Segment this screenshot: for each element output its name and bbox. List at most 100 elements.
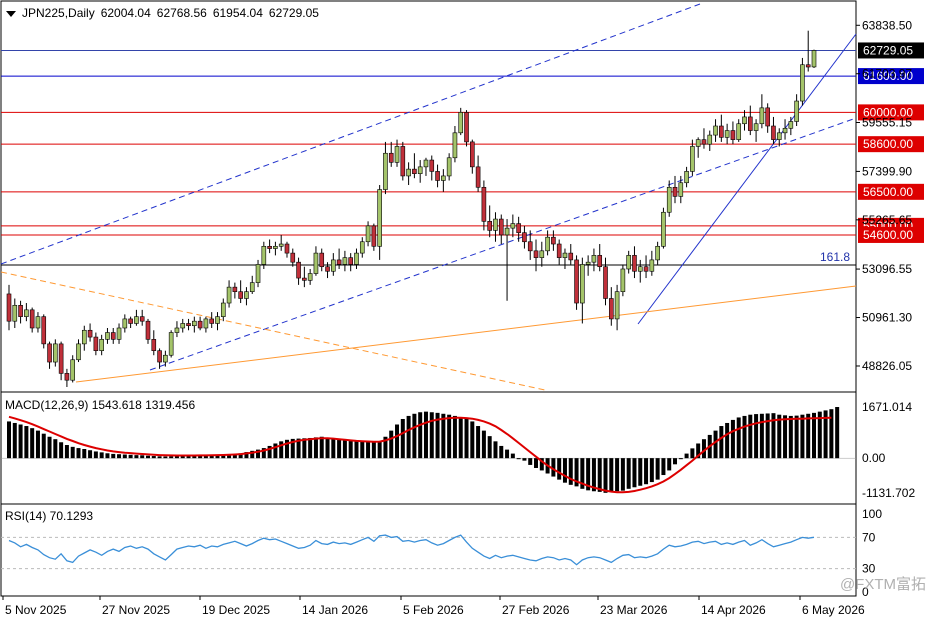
candle-body: [765, 107, 770, 127]
candle-body: [470, 141, 475, 168]
macd-bar: [829, 409, 834, 459]
time-tick-label: 27 Feb 2026: [502, 603, 570, 617]
candle-body: [800, 64, 805, 102]
macd-bar: [395, 424, 400, 459]
rsi-tick-label: 70: [862, 530, 876, 544]
candle-body: [383, 152, 388, 190]
macd-bar: [644, 458, 649, 485]
macd-bar: [145, 455, 150, 459]
macd-bar: [88, 450, 93, 459]
candle-body: [533, 250, 539, 258]
candle-body: [76, 343, 81, 361]
macd-bar: [47, 436, 52, 459]
macd-bar: [76, 448, 81, 459]
candle-body: [163, 354, 168, 363]
ohlc-low: 61954.04: [212, 6, 263, 20]
macd-bar: [308, 437, 313, 459]
candle-body: [99, 339, 104, 351]
macd-bar: [169, 456, 174, 459]
macd-bar: [800, 414, 805, 459]
candle-body: [545, 236, 550, 252]
candle-body: [203, 318, 209, 329]
candle-body: [742, 116, 747, 125]
level-tag-label: 58600.00: [863, 137, 913, 151]
macd-bar: [609, 458, 614, 492]
macd-bar: [302, 438, 307, 459]
candle-body: [684, 171, 689, 184]
macd-bar: [151, 456, 156, 459]
candle-body: [331, 259, 336, 272]
macd-bar: [505, 449, 510, 459]
candle-body: [794, 100, 799, 122]
macd-bar: [759, 413, 764, 459]
macd-bar: [157, 456, 162, 459]
candle-body: [747, 116, 753, 131]
chart-canvas[interactable]: 61600.0060000.0058600.0056500.0055000.00…: [0, 0, 936, 624]
macd-bar: [441, 413, 446, 459]
time-tick-label: 19 Dec 2025: [202, 603, 270, 617]
macd-bar: [7, 421, 11, 459]
candle-body: [244, 291, 249, 299]
macd-bar: [754, 414, 759, 459]
candle-body: [730, 130, 736, 140]
fib-base-line: [75, 285, 857, 383]
candle-body: [145, 320, 151, 340]
candle-body: [174, 327, 180, 333]
macd-bar: [163, 456, 168, 459]
macd-bar: [412, 413, 417, 459]
candle-body: [556, 243, 562, 258]
macd-bar: [626, 458, 631, 489]
macd-bar: [354, 441, 359, 459]
macd-bar: [12, 422, 17, 459]
candle-body: [192, 320, 197, 327]
candle-body: [551, 236, 556, 245]
macd-bar: [452, 415, 457, 459]
candle-body: [707, 134, 713, 145]
candle-body: [47, 343, 52, 363]
macd-bar: [342, 440, 347, 459]
macd-bar: [568, 458, 573, 485]
macd-tick-label: 0.00: [862, 451, 886, 465]
lower-channel-line: [149, 117, 857, 371]
candle-body: [580, 264, 585, 304]
candle-body: [464, 112, 469, 143]
macd-bar: [725, 422, 730, 459]
candle-body: [105, 332, 110, 340]
macd-bar: [389, 430, 394, 459]
candle-body: [313, 252, 319, 274]
macd-bar: [99, 452, 104, 459]
candle-body: [678, 182, 684, 197]
candle-body: [481, 186, 487, 222]
macd-bar: [105, 453, 110, 459]
macd-bar: [337, 439, 342, 459]
candle-body: [151, 339, 157, 351]
candle-body: [41, 316, 47, 345]
candle-body: [81, 329, 87, 345]
candle-body: [365, 225, 371, 243]
chart-window[interactable]: 61600.00 60000.00 58600.00 56500.00 55000.00…: [0, 0, 936, 624]
macd-bar: [510, 453, 515, 459]
macd-bar: [331, 439, 336, 459]
candle-body: [412, 168, 417, 174]
candle-body: [452, 132, 458, 159]
collapse-triangle-icon[interactable]: [6, 10, 16, 17]
candle-body: [724, 130, 730, 138]
macd-bar: [53, 439, 58, 459]
candle-body: [319, 252, 325, 268]
macd-bar: [400, 418, 405, 459]
ohlc-close: 62729.05: [268, 6, 319, 20]
candle-body: [359, 241, 365, 254]
macd-bar: [690, 448, 695, 459]
macd-bar: [325, 438, 330, 459]
candle-body: [58, 343, 64, 374]
macd-bar: [638, 458, 643, 486]
macd-bar: [41, 433, 46, 459]
rsi-tick-label: 100: [862, 507, 882, 521]
macd-bar: [783, 415, 788, 459]
fib-label: 161.8: [820, 250, 850, 264]
time-tick-label: 23 Mar 2026: [600, 603, 668, 617]
time-tick-label: 6 May 2026: [802, 603, 865, 617]
candle-body: [128, 318, 133, 324]
candle-body: [249, 282, 255, 292]
candle-body: [522, 232, 527, 243]
